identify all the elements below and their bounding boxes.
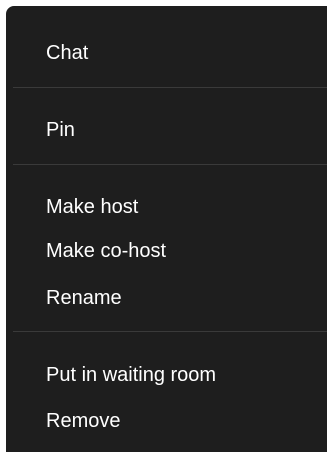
menu-item-make-host[interactable]: Make host (6, 188, 327, 226)
menu-item-remove[interactable]: Remove (6, 402, 327, 440)
participant-context-menu: Chat Pin Make host Make co-host Rename P… (6, 6, 327, 452)
menu-divider (13, 87, 327, 88)
menu-divider (13, 331, 327, 332)
menu-item-put-in-waiting-room[interactable]: Put in waiting room (6, 356, 327, 394)
menu-divider (13, 164, 327, 165)
menu-item-make-co-host[interactable]: Make co-host (6, 232, 327, 270)
menu-item-rename[interactable]: Rename (6, 279, 327, 317)
menu-item-chat[interactable]: Chat (6, 34, 327, 72)
menu-item-pin[interactable]: Pin (6, 111, 327, 149)
